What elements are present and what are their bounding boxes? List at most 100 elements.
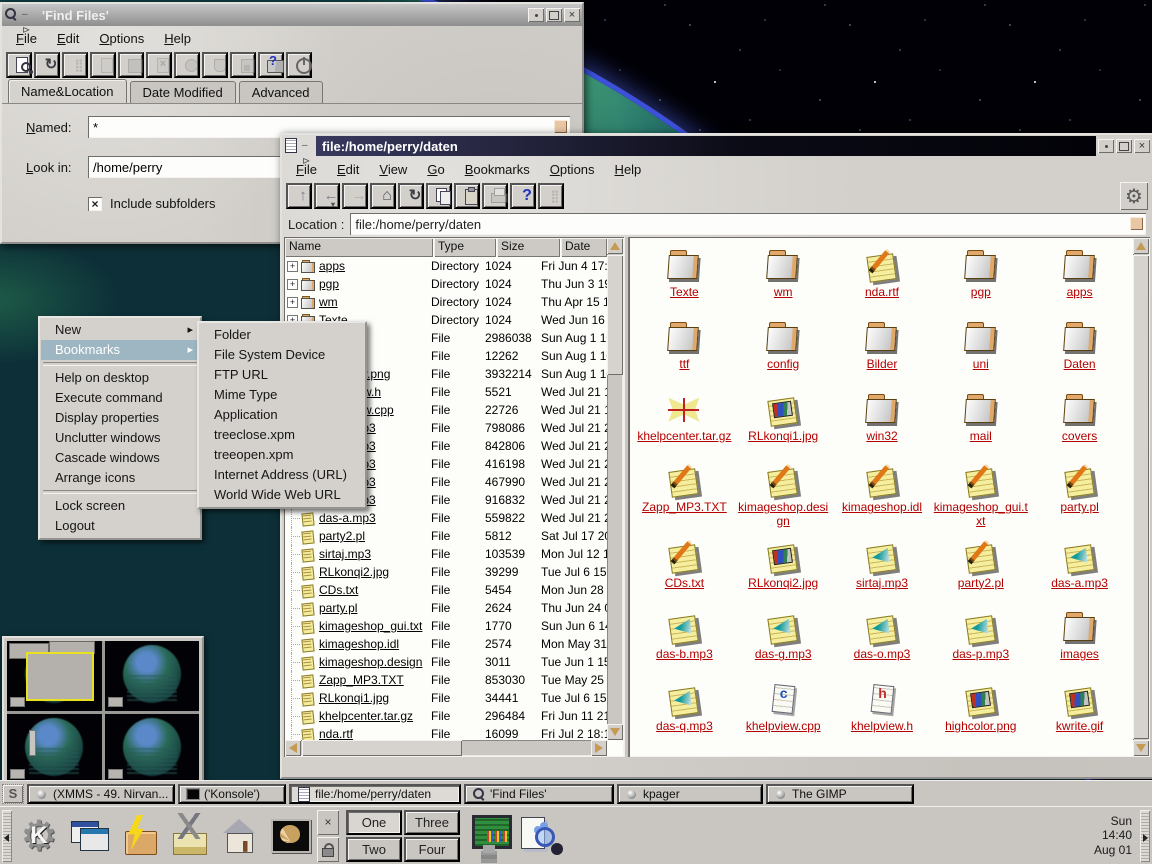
file-icon-cell[interactable]: Bilder (833, 317, 932, 387)
file-icon-label[interactable]: CDs.txt (665, 577, 704, 590)
file-name[interactable]: pgp (319, 277, 431, 291)
file-icon-cell[interactable]: config (734, 317, 833, 387)
scroll-thumb[interactable] (302, 740, 462, 756)
file-icon-cell[interactable]: RLkonqi2.jpg (734, 536, 833, 606)
menu-item[interactable]: Options (91, 29, 156, 48)
kde-gear-throbber[interactable]: ⚙ (1120, 182, 1148, 210)
file-icon-label[interactable]: Texte (670, 286, 699, 299)
column-header-size[interactable]: Size (497, 238, 560, 257)
sticky-pin-icon[interactable]: –⊳ (22, 7, 34, 23)
file-row[interactable]: das-a.mp3 File 559822 Wed Jul 21 21 (286, 509, 607, 527)
panel-launcher[interactable] (16, 811, 62, 861)
maximize-button[interactable] (546, 8, 562, 22)
icon-vertical-scrollbar[interactable] (1133, 238, 1149, 756)
menu-item[interactable]: Options (542, 160, 607, 179)
taskbar-task-button[interactable]: file:/home/perry/daten (289, 784, 461, 804)
scroll-thumb[interactable] (1133, 255, 1149, 739)
file-icon-label[interactable]: RLkonqi2.jpg (748, 577, 818, 590)
toolbar-button[interactable] (230, 52, 256, 78)
submenu-item[interactable]: Mime Type (200, 385, 364, 405)
scroll-down-button[interactable] (1133, 740, 1149, 756)
panel-hide-handle-left[interactable] (2, 810, 12, 862)
file-icon-label[interactable]: kimageshop.design (735, 501, 831, 527)
file-icon-label[interactable]: kimageshop_gui.txt (933, 501, 1029, 527)
menu-item[interactable]: Edit (49, 29, 91, 48)
sticky-pin-icon[interactable]: –⊳ (302, 138, 314, 154)
submenu-item[interactable]: treeclose.xpm (200, 425, 364, 445)
panel-launcher[interactable] (66, 811, 112, 861)
file-icon-label[interactable]: nda.rtf (865, 286, 899, 299)
tree-vertical-scrollbar[interactable] (607, 238, 623, 740)
toolbar-button[interactable] (6, 52, 32, 78)
file-icon-cell[interactable]: khelpview.h (833, 679, 932, 749)
panel-launcher[interactable] (116, 811, 162, 861)
toolbar-button[interactable] (258, 52, 284, 78)
submenu-item[interactable]: Folder (200, 325, 364, 345)
menu-item[interactable]: View (371, 160, 419, 179)
toolbar-button[interactable] (286, 52, 312, 78)
file-icon-cell[interactable]: khelpview.cpp (734, 679, 833, 749)
file-icon-cell[interactable]: kimageshop.idl (833, 460, 932, 533)
close-button[interactable]: × (564, 8, 580, 22)
menu-item[interactable]: Help (156, 29, 203, 48)
file-icon-label[interactable]: Daten (1064, 358, 1096, 371)
submenu-item[interactable]: Internet Address (URL) (200, 465, 364, 485)
desktop-thumbnail[interactable] (7, 641, 102, 711)
menu-item[interactable]: Execute command (41, 388, 199, 408)
file-icon-cell[interactable]: party2.pl (931, 536, 1030, 606)
file-icon-label[interactable]: das-q.mp3 (656, 720, 713, 733)
toolbar-button[interactable] (482, 183, 508, 209)
file-icon-cell[interactable]: ttf (635, 317, 734, 387)
tree-expander-icon[interactable] (287, 279, 298, 290)
toolbar-button[interactable] (118, 52, 144, 78)
file-icon-cell[interactable]: RLkonqi1.jpg (734, 389, 833, 459)
submenu-item[interactable]: FTP URL (200, 365, 364, 385)
menu-item[interactable]: Unclutter windows (41, 428, 199, 448)
file-row[interactable]: nda.rtf File 16099 Fri Jul 2 18:1 (286, 725, 607, 740)
file-icon-label[interactable]: Zapp_MP3.TXT (642, 501, 727, 514)
file-icon-label[interactable]: party2.pl (958, 577, 1004, 590)
scroll-down-button[interactable] (607, 724, 623, 740)
file-name[interactable]: apps (319, 259, 431, 273)
desktop-button[interactable]: One (346, 810, 402, 835)
taskbar-start-button[interactable]: S (2, 784, 24, 804)
file-icon-cell[interactable]: Texte (635, 245, 734, 315)
file-row[interactable]: kimageshop_gui.txt File 1770 Sun Jun 6 1… (286, 617, 607, 635)
panel-launcher[interactable] (466, 811, 512, 861)
file-icon-cell[interactable]: CDs.txt (635, 536, 734, 606)
file-icon-cell[interactable]: das-g.mp3 (734, 607, 833, 677)
close-button[interactable]: × (1134, 139, 1150, 153)
location-clear-button[interactable] (1130, 217, 1143, 230)
file-row[interactable]: apps Directory 1024 Fri Jun 4 17:2 (286, 257, 607, 275)
file-row[interactable]: CDs.txt File 5454 Mon Jun 28 2 (286, 581, 607, 599)
file-icon-cell[interactable]: pgp (931, 245, 1030, 315)
submenu-item[interactable]: treeopen.xpm (200, 445, 364, 465)
toolbar-button[interactable] (202, 52, 228, 78)
file-icon-label[interactable]: highcolor.png (945, 720, 1016, 733)
toolbar-button[interactable] (62, 52, 88, 78)
submenu-item[interactable]: File System Device (200, 345, 364, 365)
menu-item[interactable]: Logout (41, 516, 199, 536)
file-name[interactable]: Zapp_MP3.TXT (319, 673, 431, 687)
toolbar-button[interactable] (454, 183, 480, 209)
file-icon-label[interactable]: party.pl (1060, 501, 1098, 514)
file-icon-cell[interactable]: das-a.mp3 (1030, 536, 1129, 606)
taskbar-task-button[interactable]: The GIMP (766, 784, 914, 804)
file-name[interactable]: wm (319, 295, 431, 309)
file-icon-label[interactable]: kwrite.gif (1056, 720, 1103, 733)
menu-item[interactable] (43, 490, 197, 494)
file-row[interactable]: RLkonqi1.jpg File 34441 Tue Jul 6 15: (286, 689, 607, 707)
toolbar-button[interactable] (146, 52, 172, 78)
file-name[interactable]: CDs.txt (319, 583, 431, 597)
file-row[interactable]: Zapp_MP3.TXT File 853030 Tue May 25 0 (286, 671, 607, 689)
file-icon-label[interactable]: khelpcenter.tar.gz (637, 430, 731, 443)
toolbar-button[interactable] (314, 183, 340, 209)
toolbar-button[interactable] (90, 52, 116, 78)
file-icon-cell[interactable]: kimageshop.design (734, 460, 833, 533)
column-header-type[interactable]: Type (434, 238, 496, 257)
menu-item[interactable]: Arrange icons (41, 468, 199, 488)
file-icon-cell[interactable]: win32 (833, 389, 932, 459)
file-icon-cell[interactable]: Zapp_MP3.TXT (635, 460, 734, 533)
tree-expander-icon[interactable] (287, 297, 298, 308)
file-icon-label[interactable]: ttf (679, 358, 689, 371)
